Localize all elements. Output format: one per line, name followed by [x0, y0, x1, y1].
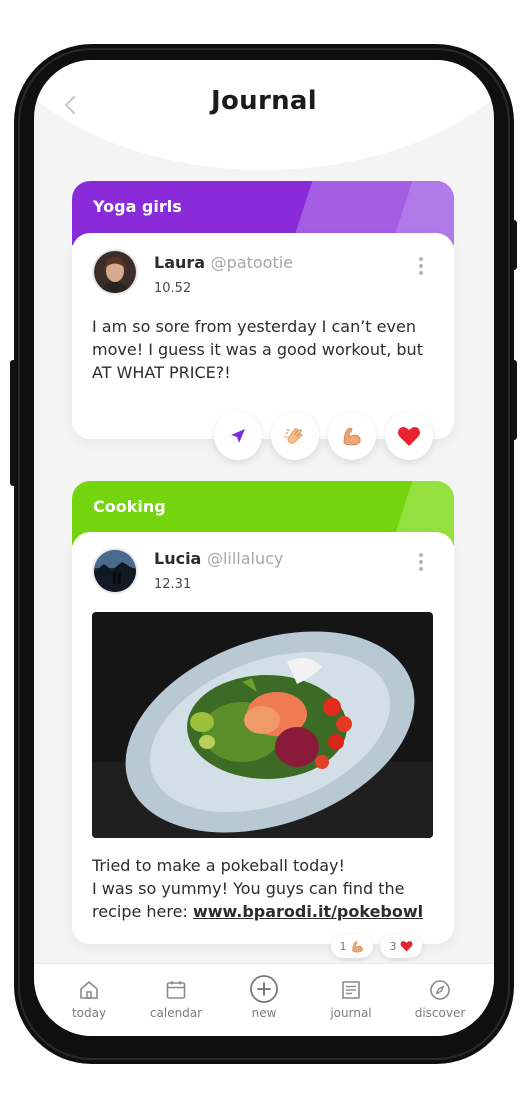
avatar[interactable] — [92, 249, 138, 295]
user-photo-lucia — [94, 550, 136, 592]
group-name: Cooking — [93, 497, 166, 516]
nav-item-calendar[interactable]: calendar — [136, 978, 216, 1020]
volume-button-left — [10, 360, 16, 486]
heart-icon — [398, 427, 420, 446]
nav-item-today[interactable]: today — [49, 978, 129, 1020]
bottom-nav: today calendar new journal discover — [34, 963, 494, 1036]
nav-label: discover — [414, 1006, 466, 1020]
reaction-count: 3 — [389, 939, 397, 953]
nav-item-new[interactable]: new — [224, 974, 304, 1020]
post-text: Tried to make a pokeball today! I was so… — [92, 854, 437, 923]
reaction-heart-count[interactable]: 3 — [380, 934, 422, 958]
username[interactable]: Laura @patootie — [154, 253, 293, 272]
group-name: Yoga girls — [93, 197, 182, 216]
nav-label: calendar — [149, 1006, 203, 1020]
clap-icon — [284, 428, 303, 444]
avatar[interactable] — [92, 548, 138, 594]
page-title: Journal — [211, 86, 317, 116]
post-body: Laura @patootie 10.52 I am so sore from … — [72, 233, 454, 439]
post-text-line: Tried to make a pokeball today! — [92, 856, 345, 875]
app-screen: Journal Yoga girls Laura @patootie 10.52 — [34, 60, 494, 1036]
share-button[interactable] — [214, 412, 262, 460]
post-time: 12.31 — [154, 577, 192, 592]
post-text-line: recipe here: www.bparodi.it/pokebowl — [92, 900, 437, 923]
nav-label: new — [251, 1006, 277, 1020]
strong-button[interactable] — [328, 412, 376, 460]
journal-icon — [342, 981, 360, 999]
more-options-icon[interactable] — [419, 553, 423, 574]
user-name: Laura — [154, 253, 206, 272]
power-button-right — [511, 220, 517, 270]
recipe-link[interactable]: www.bparodi.it/pokebowl — [193, 902, 423, 921]
nav-label: journal — [330, 1006, 372, 1020]
user-photo-laura — [94, 251, 136, 293]
reaction-strong-count[interactable]: 1 — [331, 934, 373, 958]
post-card-yoga: Yoga girls Laura @patootie 10.52 I am so… — [72, 181, 454, 441]
username[interactable]: Lucia @lillalucy — [154, 549, 283, 568]
more-options-icon[interactable] — [419, 257, 423, 278]
volume-button-right — [511, 360, 517, 440]
user-handle: @patootie — [210, 253, 294, 272]
plus-circle-icon — [250, 975, 278, 1003]
post-body: Lucia @lillalucy 12.31 Tried to make a p… — [72, 532, 454, 944]
send-icon — [231, 429, 245, 443]
heart-icon — [400, 941, 412, 952]
flexed-biceps-icon — [343, 427, 361, 446]
home-icon — [80, 981, 98, 999]
nav-item-journal[interactable]: journal — [311, 978, 391, 1020]
post-card-cooking: Cooking Lucia @lillalucy 12.31 Tried to … — [72, 481, 454, 949]
post-photo[interactable] — [92, 612, 433, 838]
user-handle: @lillalucy — [206, 549, 284, 568]
nav-item-discover[interactable]: discover — [400, 978, 480, 1020]
post-text: I am so sore from yesterday I can’t even… — [92, 317, 423, 382]
clap-button[interactable] — [271, 412, 319, 460]
compass-icon — [430, 980, 450, 1000]
nav-label: today — [71, 1006, 107, 1020]
calendar-icon — [166, 981, 186, 999]
post-text-line: I was so yummy! You guys can find the — [92, 879, 405, 898]
like-button[interactable] — [385, 412, 433, 460]
user-name: Lucia — [154, 549, 202, 568]
reaction-count: 1 — [339, 939, 347, 953]
flexed-biceps-icon — [351, 940, 363, 952]
link-prefix: recipe here: — [92, 902, 188, 921]
post-time: 10.52 — [154, 281, 192, 296]
